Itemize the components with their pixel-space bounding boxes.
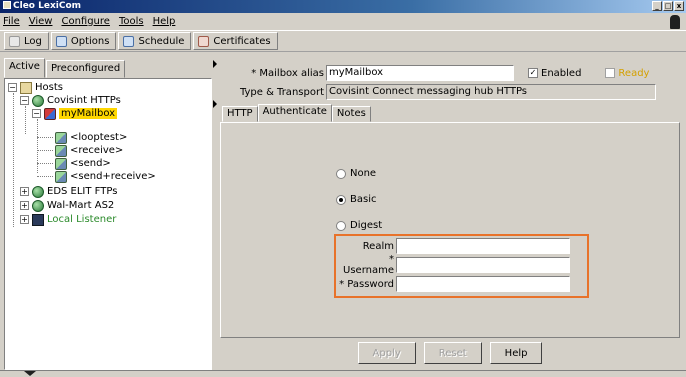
app-logo-icon: [670, 15, 680, 29]
username-input[interactable]: [396, 257, 570, 273]
ready-label: Ready: [618, 67, 650, 79]
mailbox-alias-input[interactable]: myMailbox: [326, 65, 514, 81]
menu-bar: File View Configure Tools Help: [0, 13, 686, 29]
minimize-button[interactable]: _: [652, 1, 662, 11]
action-icon: [55, 157, 67, 170]
username-label: * Username: [343, 254, 394, 276]
tree-node-send[interactable]: <send>: [55, 157, 111, 170]
tab-authenticate[interactable]: Authenticate: [257, 104, 332, 122]
auth-none-radio[interactable]: [336, 168, 346, 179]
auth-basic-radio[interactable]: [336, 194, 346, 205]
authenticate-tab-content: [220, 122, 680, 338]
log-icon: [9, 35, 20, 47]
menu-tools[interactable]: Tools: [119, 16, 144, 27]
options-icon: [55, 35, 67, 47]
ready-checkbox[interactable]: [605, 68, 616, 78]
auth-digest-option[interactable]: Digest: [336, 220, 382, 231]
app-icon: [3, 1, 11, 9]
action-button-bar: Apply Reset Help: [220, 338, 680, 368]
tab-http[interactable]: HTTP: [222, 106, 258, 122]
tab-notes[interactable]: Notes: [331, 106, 371, 122]
close-button[interactable]: x: [674, 1, 684, 11]
action-icon: [55, 144, 67, 157]
globe-icon: [32, 185, 44, 198]
tree-node-sendreceive[interactable]: <send+receive>: [55, 170, 156, 183]
action-icon: [55, 131, 67, 144]
tree-node-walmart[interactable]: + Wal-Mart AS2: [20, 199, 114, 212]
auth-basic-option[interactable]: Basic: [336, 194, 376, 205]
tree-node-receive[interactable]: <receive>: [55, 144, 123, 157]
enabled-label: Enabled: [541, 67, 582, 79]
reset-button[interactable]: Reset: [423, 342, 482, 364]
tree-node-looptest[interactable]: <looptest>: [55, 131, 127, 144]
host-tree: − Hosts − Covisint HTTPs − myMailbox <lo…: [4, 78, 212, 370]
expand-icon[interactable]: +: [20, 215, 29, 224]
expand-icon[interactable]: +: [20, 201, 29, 210]
tree-node-covisint[interactable]: − Covisint HTTPs: [20, 94, 121, 107]
mailbox-icon: [44, 107, 56, 120]
menu-configure[interactable]: Configure: [61, 16, 109, 27]
window-title: Cleo LexiCom: [13, 1, 82, 11]
auth-digest-radio[interactable]: [336, 220, 346, 231]
realm-label: Realm: [362, 240, 394, 252]
certificate-icon: [198, 35, 210, 47]
splitter-right-arrow-icon[interactable]: [213, 100, 217, 108]
type-transport-label: Type & Transport: [239, 86, 324, 98]
status-bar: [0, 370, 686, 377]
maximize-button[interactable]: □: [663, 1, 673, 11]
tree-node-mymailbox[interactable]: − myMailbox: [32, 107, 118, 120]
collapse-icon[interactable]: −: [8, 83, 17, 92]
tree-node-hosts[interactable]: − Hosts: [8, 81, 63, 94]
globe-icon: [32, 94, 44, 107]
folder-icon: [20, 81, 32, 94]
action-icon: [55, 170, 67, 183]
tab-preconfigured[interactable]: Preconfigured: [45, 60, 126, 78]
splitter-left-arrow-icon[interactable]: [213, 60, 217, 68]
mailbox-detail-panel: * Mailbox alias myMailbox ✓ Enabled Read…: [218, 58, 682, 370]
log-button[interactable]: Log: [4, 32, 49, 50]
collapse-arrow-icon[interactable]: [24, 371, 36, 376]
tab-active[interactable]: Active: [4, 58, 45, 78]
tree-node-local-listener[interactable]: + Local Listener: [20, 213, 116, 226]
window-title-bar: Cleo LexiCom _ □ x: [0, 0, 686, 13]
menu-file[interactable]: File: [3, 16, 20, 27]
password-input[interactable]: [396, 276, 570, 292]
password-label: * Password: [339, 278, 394, 290]
help-button[interactable]: Help: [489, 342, 543, 364]
toolbar: Log Options Schedule Certificates: [0, 30, 686, 52]
options-button[interactable]: Options: [50, 32, 117, 50]
auth-none-option[interactable]: None: [336, 168, 376, 179]
schedule-icon: [123, 35, 135, 47]
type-transport-field: Covisint Connect messaging hub HTTPs: [326, 84, 656, 100]
menu-view[interactable]: View: [29, 16, 53, 27]
computer-icon: [32, 213, 44, 226]
apply-button[interactable]: Apply: [357, 342, 416, 364]
expand-icon[interactable]: +: [20, 187, 29, 196]
mailbox-alias-label: * Mailbox alias: [251, 67, 324, 79]
globe-icon: [32, 199, 44, 212]
realm-input[interactable]: [396, 238, 570, 254]
schedule-button[interactable]: Schedule: [118, 32, 192, 50]
collapse-icon[interactable]: −: [20, 96, 29, 105]
enabled-checkbox[interactable]: ✓: [528, 68, 538, 78]
tree-node-eds[interactable]: + EDS ELIT FTPs: [20, 185, 117, 198]
collapse-icon[interactable]: −: [32, 109, 41, 118]
host-tree-panel: Active Preconfigured − Hosts − Covisint …: [4, 58, 212, 370]
certificates-button[interactable]: Certificates: [193, 32, 278, 50]
menu-help[interactable]: Help: [153, 16, 176, 27]
